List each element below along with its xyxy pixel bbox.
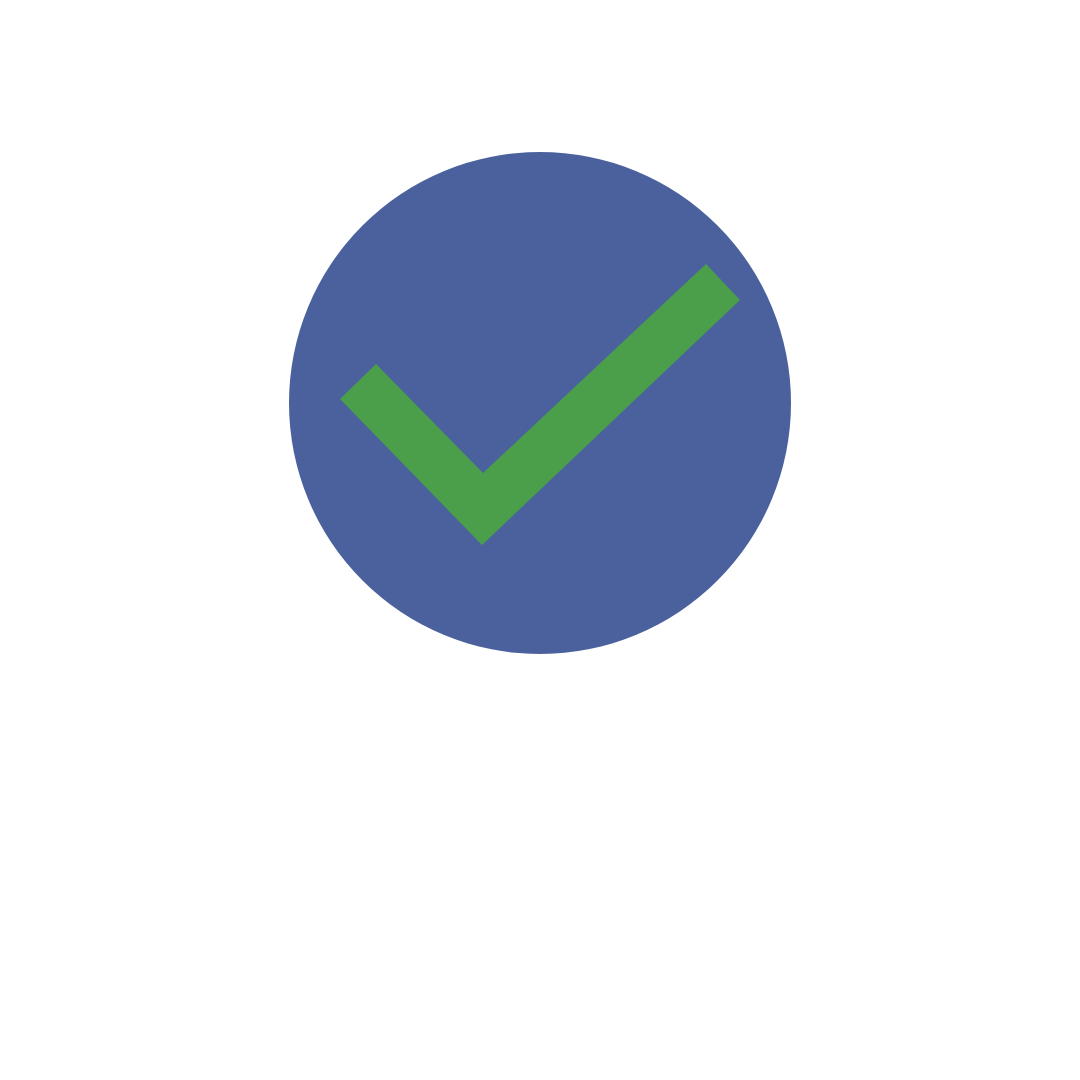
canvas [0,0,1080,1080]
checkmark-circle-icon [289,152,791,654]
